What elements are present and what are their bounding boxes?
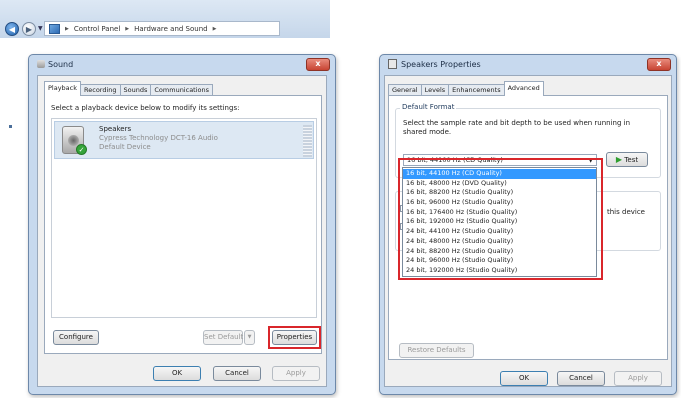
- breadcrumb-hardware-and-sound[interactable]: Hardware and Sound: [134, 25, 207, 33]
- sound-title: Sound: [48, 59, 74, 69]
- back-button[interactable]: ◀: [5, 22, 19, 36]
- sound-client-area: Playback Recording Sounds Communications…: [37, 75, 327, 387]
- default-format-title: Default Format: [400, 103, 457, 111]
- speakers-titlebar: Speakers Properties: [380, 55, 676, 73]
- sound-titlebar: Sound: [29, 55, 335, 73]
- set-default-dropdown-icon[interactable]: ▼: [244, 330, 255, 345]
- default-device-check-icon: ✓: [76, 144, 87, 155]
- test-button[interactable]: ▶ Test: [606, 152, 648, 167]
- speakers-apply-button[interactable]: Apply: [614, 371, 662, 386]
- forward-button[interactable]: ▶: [22, 22, 36, 36]
- sound-ok-button[interactable]: OK: [153, 366, 201, 381]
- sidebar-bullet: [9, 125, 12, 128]
- device-description: Cypress Technology DCT-16 Audio: [99, 134, 218, 142]
- history-dropdown-icon[interactable]: ▼: [38, 25, 43, 32]
- level-meter: [303, 125, 312, 157]
- dropdown-callout: [398, 158, 603, 280]
- close-icon[interactable]: x: [647, 58, 671, 71]
- playback-instruction: Select a playback device below to modify…: [51, 104, 240, 112]
- set-default-button[interactable]: Set Default: [203, 330, 243, 345]
- advanced-panel: Default Format Select the sample rate an…: [388, 95, 668, 360]
- tab-playback[interactable]: Playback: [44, 81, 82, 96]
- speakers-ok-button[interactable]: OK: [500, 371, 548, 386]
- control-panel-icon: [49, 23, 60, 34]
- speaker-icon: [37, 60, 45, 68]
- breadcrumb-arrow-icon: ▶: [65, 25, 69, 32]
- properties-button[interactable]: Properties: [272, 330, 317, 345]
- close-icon[interactable]: x: [306, 58, 330, 71]
- restore-defaults-button[interactable]: Restore Defaults: [399, 343, 474, 358]
- format-description: Select the sample rate and bit depth to …: [403, 119, 631, 136]
- configure-button[interactable]: Configure: [53, 330, 99, 345]
- breadcrumb-arrow-icon: ▶: [125, 25, 130, 32]
- address-bar[interactable]: ▶ Control Panel ▶ Hardware and Sound ▶: [44, 21, 280, 36]
- device-item-speakers[interactable]: ✓ Speakers Cypress Technology DCT-16 Aud…: [54, 121, 314, 159]
- sound-cancel-button[interactable]: Cancel: [213, 366, 261, 381]
- tab-advanced[interactable]: Advanced: [503, 81, 544, 96]
- play-icon: ▶: [615, 155, 623, 164]
- sound-dialog: Sound x Playback Recording Sounds Commun…: [28, 54, 336, 395]
- exclusive-mode-text-fragment: this device: [607, 208, 645, 216]
- speakers-client-area: General Levels Enhancements Advanced Def…: [384, 75, 672, 387]
- breadcrumb-arrow-icon: ▶: [212, 25, 217, 32]
- speakers-tab-strip: General Levels Enhancements Advanced: [388, 81, 544, 96]
- speakers-cancel-button[interactable]: Cancel: [557, 371, 605, 386]
- device-name: Speakers: [99, 125, 132, 133]
- speakers-properties-icon: [388, 59, 397, 69]
- sound-tab-strip: Playback Recording Sounds Communications: [44, 81, 214, 96]
- speakers-title: Speakers Properties: [401, 59, 481, 69]
- test-button-label: Test: [624, 156, 639, 164]
- device-status: Default Device: [99, 143, 151, 151]
- device-list: ✓ Speakers Cypress Technology DCT-16 Aud…: [51, 118, 317, 318]
- breadcrumb-control-panel[interactable]: Control Panel: [74, 25, 120, 33]
- playback-panel: Select a playback device below to modify…: [44, 95, 322, 354]
- speakers-properties-dialog: Speakers Properties x General Levels Enh…: [379, 54, 677, 395]
- sound-apply-button[interactable]: Apply: [272, 366, 320, 381]
